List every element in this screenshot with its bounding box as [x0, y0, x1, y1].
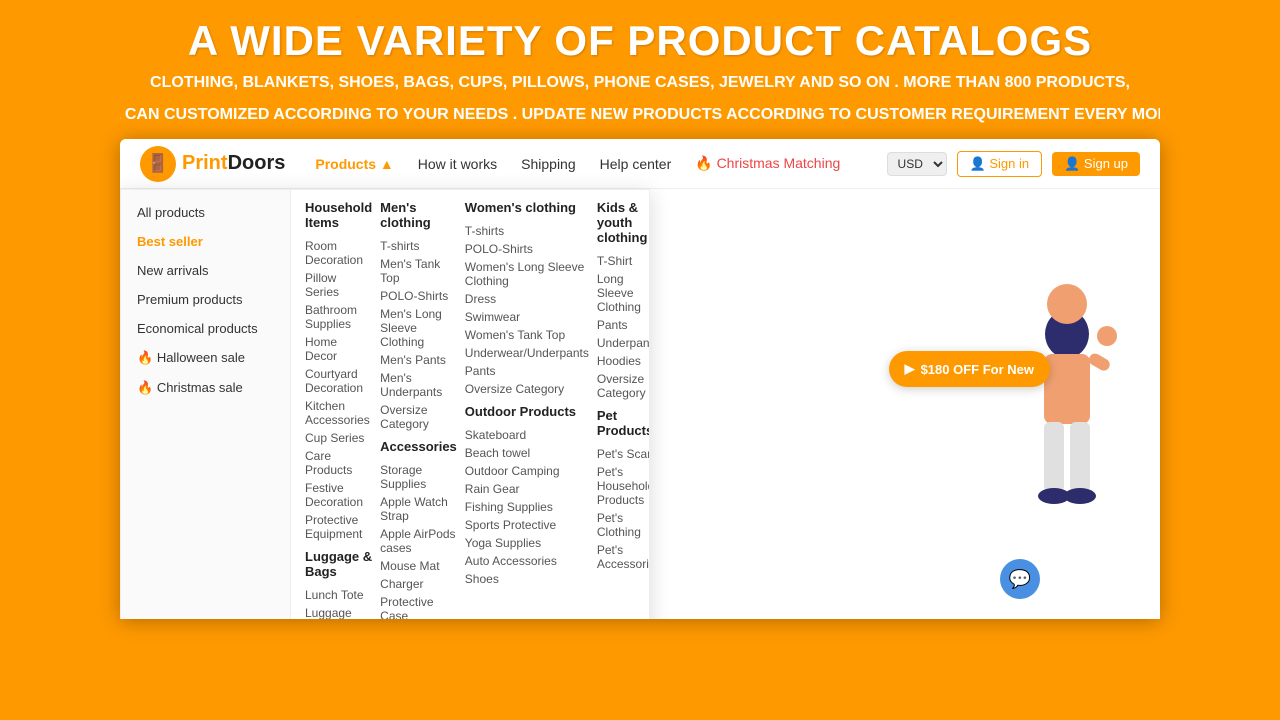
dropdown-halloween[interactable]: Halloween sale	[121, 343, 290, 373]
item-mens-pants[interactable]: Men's Pants	[380, 353, 457, 367]
item-protective-eq[interactable]: Protective Equipment	[305, 513, 372, 541]
item-lunch-tote[interactable]: Lunch Tote	[305, 588, 372, 602]
item-fishing[interactable]: Fishing Supplies	[465, 500, 589, 514]
signin-button[interactable]: 👤 Sign in	[957, 151, 1043, 177]
item-womens-long-sleeve[interactable]: Women's Long Sleeve Clothing	[465, 260, 589, 288]
hero-title: A WIDE VARIETY OF PRODUCT CATALOGS	[40, 18, 1240, 64]
item-mens-tank[interactable]: Men's Tank Top	[380, 257, 457, 285]
household-title: Household Items	[305, 200, 372, 233]
dropdown-new-arrivals[interactable]: New arrivals	[121, 256, 290, 285]
browser-window: 🚪 PrintDoors Products ▲ How it works Shi…	[120, 139, 1160, 619]
item-kids-long-sleeve[interactable]: Long Sleeve Clothing	[597, 272, 649, 314]
womens-title: Women's clothing	[465, 200, 589, 218]
item-kids-pants[interactable]: Pants	[597, 318, 649, 332]
item-airpods[interactable]: Apple AirPods cases	[380, 527, 457, 555]
dropdown-christmas[interactable]: Christmas sale	[121, 373, 290, 403]
item-womens-polo[interactable]: POLO-Shirts	[465, 242, 589, 256]
item-care-products[interactable]: Care Products	[305, 449, 372, 477]
signup-button[interactable]: 👤 Sign up	[1052, 152, 1140, 176]
item-swimwear[interactable]: Swimwear	[465, 310, 589, 324]
promo-text: $180 OFF For New	[921, 362, 1034, 377]
nav-help-center[interactable]: Help center	[600, 156, 672, 172]
play-icon: ▶	[905, 361, 915, 377]
item-room-decoration[interactable]: Room Decoration	[305, 239, 372, 267]
item-womens-oversize[interactable]: Oversize Category	[465, 382, 589, 396]
item-skateboard[interactable]: Skateboard	[465, 428, 589, 442]
dropdown-all-products[interactable]: All products	[121, 198, 290, 227]
item-mens-underpants[interactable]: Men's Underpants	[380, 371, 457, 399]
item-protective-case[interactable]: Protective Case	[380, 595, 457, 619]
dropdown-economical[interactable]: Economical products	[121, 314, 290, 343]
item-kids-tshirt[interactable]: T-Shirt	[597, 254, 649, 268]
promo-badge[interactable]: ▶ $180 OFF For New	[889, 351, 1050, 387]
luggage-title: Luggage & Bags	[305, 549, 372, 582]
currency-select[interactable]: USD	[887, 152, 947, 176]
item-auto-accessories[interactable]: Auto Accessories	[465, 554, 589, 568]
item-mens-tshirts[interactable]: T-shirts	[380, 239, 457, 253]
dropdown-kids-pet: Kids & youth clothing T-Shirt Long Sleev…	[597, 200, 649, 619]
item-mouse-mat[interactable]: Mouse Mat	[380, 559, 457, 573]
item-sports-protective[interactable]: Sports Protective	[465, 518, 589, 532]
item-cup-series[interactable]: Cup Series	[305, 431, 372, 445]
hero-subtitle-2: ALL CAN CUSTOMIZED ACCORDING TO YOUR NEE…	[40, 102, 1240, 128]
logo-text: PrintDoors	[182, 152, 285, 175]
item-storage-supplies[interactable]: Storage Supplies	[380, 463, 457, 491]
item-womens-tank[interactable]: Women's Tank Top	[465, 328, 589, 342]
dropdown-right-content: Household Items Room Decoration Pillow S…	[291, 190, 649, 619]
dropdown-menu: All products Best seller New arrivals Pr…	[120, 189, 650, 619]
item-pet-household[interactable]: Pet's Household Products	[597, 465, 649, 507]
item-mens-long-sleeve[interactable]: Men's Long Sleeve Clothing	[380, 307, 457, 349]
item-pillow-series[interactable]: Pillow Series	[305, 271, 372, 299]
nav-links: Products ▲ How it works Shipping Help ce…	[315, 155, 886, 172]
item-home-decor[interactable]: Home Decor	[305, 335, 372, 363]
item-beach-towel[interactable]: Beach towel	[465, 446, 589, 460]
dropdown-left-sidebar: All products Best seller New arrivals Pr…	[121, 190, 291, 619]
logo-icon: 🚪	[140, 146, 176, 182]
nav-shipping[interactable]: Shipping	[521, 156, 576, 172]
nav-products[interactable]: Products ▲	[315, 156, 393, 172]
hero-subtitle-1: CLOTHING, BLANKETS, SHOES, BAGS, CUPS, P…	[40, 70, 1240, 96]
item-bathroom-supplies[interactable]: Bathroom Supplies	[305, 303, 372, 331]
item-shoes[interactable]: Shoes	[465, 572, 589, 586]
dropdown-premium[interactable]: Premium products	[121, 285, 290, 314]
logo[interactable]: 🚪 PrintDoors	[140, 146, 285, 182]
item-charger[interactable]: Charger	[380, 577, 457, 591]
outdoor-title: Outdoor Products	[465, 404, 589, 422]
item-apple-watch[interactable]: Apple Watch Strap	[380, 495, 457, 523]
pet-title: Pet Products	[597, 408, 649, 441]
item-womens-tshirts[interactable]: T-shirts	[465, 224, 589, 238]
item-kids-hoodies[interactable]: Hoodies	[597, 354, 649, 368]
item-rain-gear[interactable]: Rain Gear	[465, 482, 589, 496]
item-yoga[interactable]: Yoga Supplies	[465, 536, 589, 550]
hero-section: A WIDE VARIETY OF PRODUCT CATALOGS CLOTH…	[0, 0, 1280, 139]
item-luggage[interactable]: Luggage	[305, 606, 372, 619]
item-dress[interactable]: Dress	[465, 292, 589, 306]
item-kids-oversize[interactable]: Oversize Category	[597, 372, 649, 400]
accessories-title: Accessories	[380, 439, 457, 457]
mens-title: Men's clothing	[380, 200, 457, 233]
item-outdoor-camping[interactable]: Outdoor Camping	[465, 464, 589, 478]
item-womens-pants[interactable]: Pants	[465, 364, 589, 378]
nav-how-it-works[interactable]: How it works	[418, 156, 497, 172]
item-festive[interactable]: Festive Decoration	[305, 481, 372, 509]
item-mens-oversize[interactable]: Oversize Category	[380, 403, 457, 431]
dropdown-household: Household Items Room Decoration Pillow S…	[305, 200, 372, 619]
item-kids-underpants[interactable]: Underpants	[597, 336, 649, 350]
item-pet-clothing[interactable]: Pet's Clothing	[597, 511, 649, 539]
dropdown-womens: Women's clothing T-shirts POLO-Shirts Wo…	[465, 200, 589, 619]
kids-title: Kids & youth clothing	[597, 200, 649, 248]
item-pet-accessories[interactable]: Pet's Accessories	[597, 543, 649, 571]
navbar: 🚪 PrintDoors Products ▲ How it works Shi…	[120, 139, 1160, 189]
item-kitchen[interactable]: Kitchen Accessories	[305, 399, 372, 427]
chat-bubble[interactable]: 💬	[1000, 559, 1040, 599]
dropdown-mens: Men's clothing T-shirts Men's Tank Top P…	[380, 200, 457, 619]
item-pet-scarf[interactable]: Pet's Scarf	[597, 447, 649, 461]
dropdown-best-seller[interactable]: Best seller	[121, 227, 290, 256]
item-underwear[interactable]: Underwear/Underpants	[465, 346, 589, 360]
nav-actions: USD 👤 Sign in 👤 Sign up	[887, 151, 1140, 177]
nav-christmas[interactable]: Christmas Matching	[695, 155, 840, 172]
content-area: To create, custoproducts easilyand drops…	[120, 189, 1160, 619]
item-mens-polo[interactable]: POLO-Shirts	[380, 289, 457, 303]
item-courtyard[interactable]: Courtyard Decoration	[305, 367, 372, 395]
